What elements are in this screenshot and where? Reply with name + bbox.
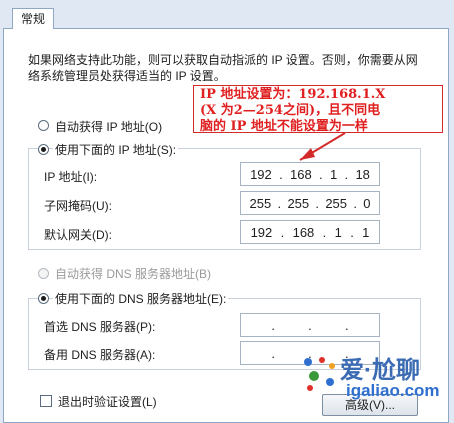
watermark-logo-icon bbox=[304, 357, 335, 391]
annotation-line-3: 脑的 IP 地址不能设置为一样 bbox=[200, 119, 368, 134]
watermark-brand: 爱·尬聊 bbox=[340, 357, 420, 384]
annotation-callout: IP 地址设置为：192.168.1.X (X 为2—254之间)，且不同电 脑… bbox=[193, 85, 443, 134]
watermark-url: igaliao.com bbox=[346, 381, 440, 400]
annotation-line-2: (X 为2—254之间)，且不同电 bbox=[200, 103, 381, 118]
annotation-line-1: IP 地址设置为：192.168.1.X bbox=[200, 87, 386, 102]
watermark: 爱·尬聊 igaliao.com bbox=[300, 348, 450, 408]
